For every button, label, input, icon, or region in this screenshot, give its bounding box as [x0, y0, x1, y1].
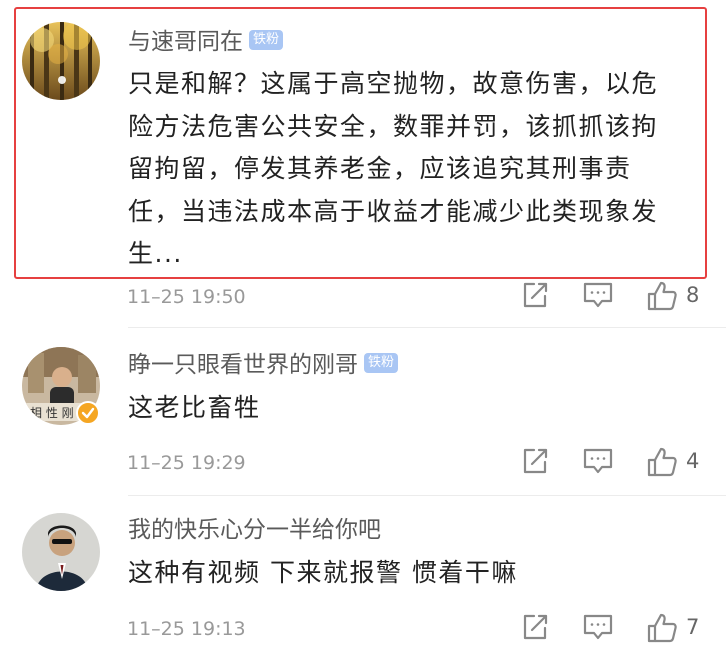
- username-text[interactable]: 我的快乐心分一半给你吧: [128, 517, 381, 543]
- like-icon[interactable]: [646, 612, 678, 648]
- divider: [128, 327, 726, 328]
- comment-icon[interactable]: [582, 446, 614, 480]
- comment-text-line: 险方法危害公共安全，数罪并罚，该抓抓该拘: [128, 111, 659, 141]
- verified-badge: [76, 401, 100, 425]
- like-count: 4: [686, 449, 700, 473]
- avatar[interactable]: [22, 513, 100, 591]
- fan-badge: 铁粉: [249, 29, 284, 50]
- comment-icon[interactable]: [582, 280, 614, 314]
- comment-text-line: 生...: [128, 239, 183, 268]
- like-icon[interactable]: [646, 280, 678, 316]
- fan-badge: 铁粉: [364, 352, 399, 373]
- timestamp: 11–25 19:29: [127, 452, 246, 474]
- share-icon[interactable]: [520, 612, 550, 646]
- comment-text-line: 任，当违法成本高于收益才能减少此类现象发: [128, 196, 659, 226]
- comment-text-line: 这种有视频 下来就报警 惯着干嘛: [128, 558, 518, 587]
- comment-icon[interactable]: [582, 612, 614, 646]
- comment-text: 只是和解？这属于高空抛物，故意伤害，以危 险方法危害公共安全，数罪并罚，该抓抓该…: [128, 63, 708, 276]
- timestamp: 11–25 19:50: [127, 286, 246, 308]
- comment-text: 这种有视频 下来就报警 惯着干嘛: [128, 552, 708, 595]
- username[interactable]: 与速哥同在 铁粉: [128, 28, 284, 56]
- username-text[interactable]: 与速哥同在: [128, 29, 243, 55]
- username-text[interactable]: 睁一只眼看世界的刚哥: [128, 352, 358, 378]
- like-count: 8: [686, 283, 700, 307]
- username[interactable]: 我的快乐心分一半给你吧: [128, 516, 381, 544]
- share-icon[interactable]: [520, 446, 550, 480]
- like-icon[interactable]: [646, 446, 678, 482]
- action-bar: 4: [518, 446, 718, 480]
- share-icon[interactable]: [520, 280, 550, 314]
- timestamp: 11–25 19:13: [127, 618, 246, 640]
- action-bar: 7: [518, 612, 718, 646]
- comment-text: 这老比畜牲: [128, 387, 708, 430]
- comment-text-line: 这老比畜牲: [128, 393, 261, 422]
- divider: [128, 495, 726, 496]
- comment-text-line: 留拘留，停发其养老金，应该追究其刑事责: [128, 154, 632, 183]
- like-count: 7: [686, 615, 700, 639]
- svg-text:相 性 刚: 相 性 刚: [30, 406, 74, 420]
- username[interactable]: 睁一只眼看世界的刚哥 铁粉: [128, 351, 399, 379]
- avatar[interactable]: [22, 22, 100, 100]
- comment-text-line: 只是和解？这属于高空抛物，故意伤害，以危: [128, 69, 659, 98]
- action-bar: 8: [518, 280, 718, 314]
